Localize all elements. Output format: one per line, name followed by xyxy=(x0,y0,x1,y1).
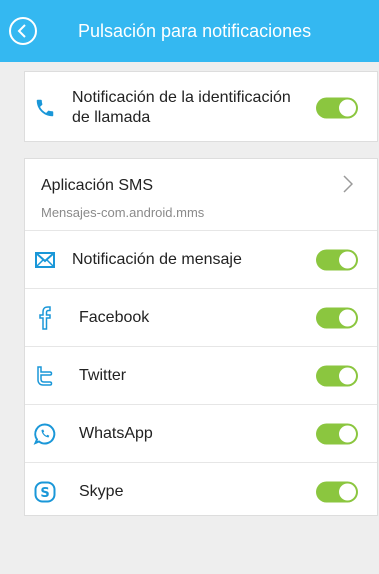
toggle-knob xyxy=(339,367,356,384)
list-item-whatsapp: WhatsApp xyxy=(25,405,377,463)
chevron-right-icon xyxy=(343,175,353,193)
page-title: Pulsación para notificaciones xyxy=(78,21,312,41)
sms-app-row[interactable]: Aplicación SMS Mensajes-com.android.mms xyxy=(25,159,377,231)
toggle-knob xyxy=(339,99,356,116)
facebook-label: Facebook xyxy=(79,308,150,326)
caller-id-label: Notificación de la identificación de lla… xyxy=(72,88,291,126)
caller-id-row: Notificación de la identificación de lla… xyxy=(25,72,377,143)
whatsapp-icon xyxy=(33,422,57,446)
twitter-icon xyxy=(33,364,57,388)
caller-id-toggle[interactable] xyxy=(316,97,358,118)
sms-app-title: Aplicación SMS xyxy=(41,177,154,194)
twitter-toggle[interactable] xyxy=(316,365,358,386)
facebook-icon xyxy=(33,305,57,330)
list-item-skype: S Skype xyxy=(25,463,377,521)
phone-icon xyxy=(33,96,57,120)
twitter-label: Twitter xyxy=(79,366,127,384)
whatsapp-label: WhatsApp xyxy=(79,424,153,442)
toggle-knob xyxy=(339,483,356,501)
message-label: Notificación de mensaje xyxy=(72,250,242,268)
toggle-knob xyxy=(339,425,356,442)
whatsapp-toggle[interactable] xyxy=(316,423,358,444)
caller-id-card: Notificación de la identificación de lla… xyxy=(24,71,378,142)
app-header: Pulsación para notificaciones xyxy=(0,0,379,62)
toggle-knob xyxy=(339,309,356,326)
message-toggle[interactable] xyxy=(316,249,358,270)
list-item-twitter: Twitter xyxy=(25,347,377,405)
envelope-icon xyxy=(33,248,57,272)
facebook-toggle[interactable] xyxy=(316,307,358,328)
svg-text:S: S xyxy=(40,486,49,501)
back-arrow-circle-icon xyxy=(17,24,26,38)
toggle-knob xyxy=(339,251,356,268)
list-item-message: Notificación de mensaje xyxy=(25,231,377,289)
back-button[interactable] xyxy=(9,17,37,45)
skype-label: Skype xyxy=(79,483,124,500)
notifications-card: Aplicación SMS Mensajes-com.android.mms … xyxy=(24,158,378,516)
sms-app-subtitle: Mensajes-com.android.mms xyxy=(41,205,205,220)
skype-icon: S xyxy=(33,480,57,504)
list-item-facebook: Facebook xyxy=(25,289,377,347)
skype-toggle[interactable] xyxy=(316,481,358,503)
